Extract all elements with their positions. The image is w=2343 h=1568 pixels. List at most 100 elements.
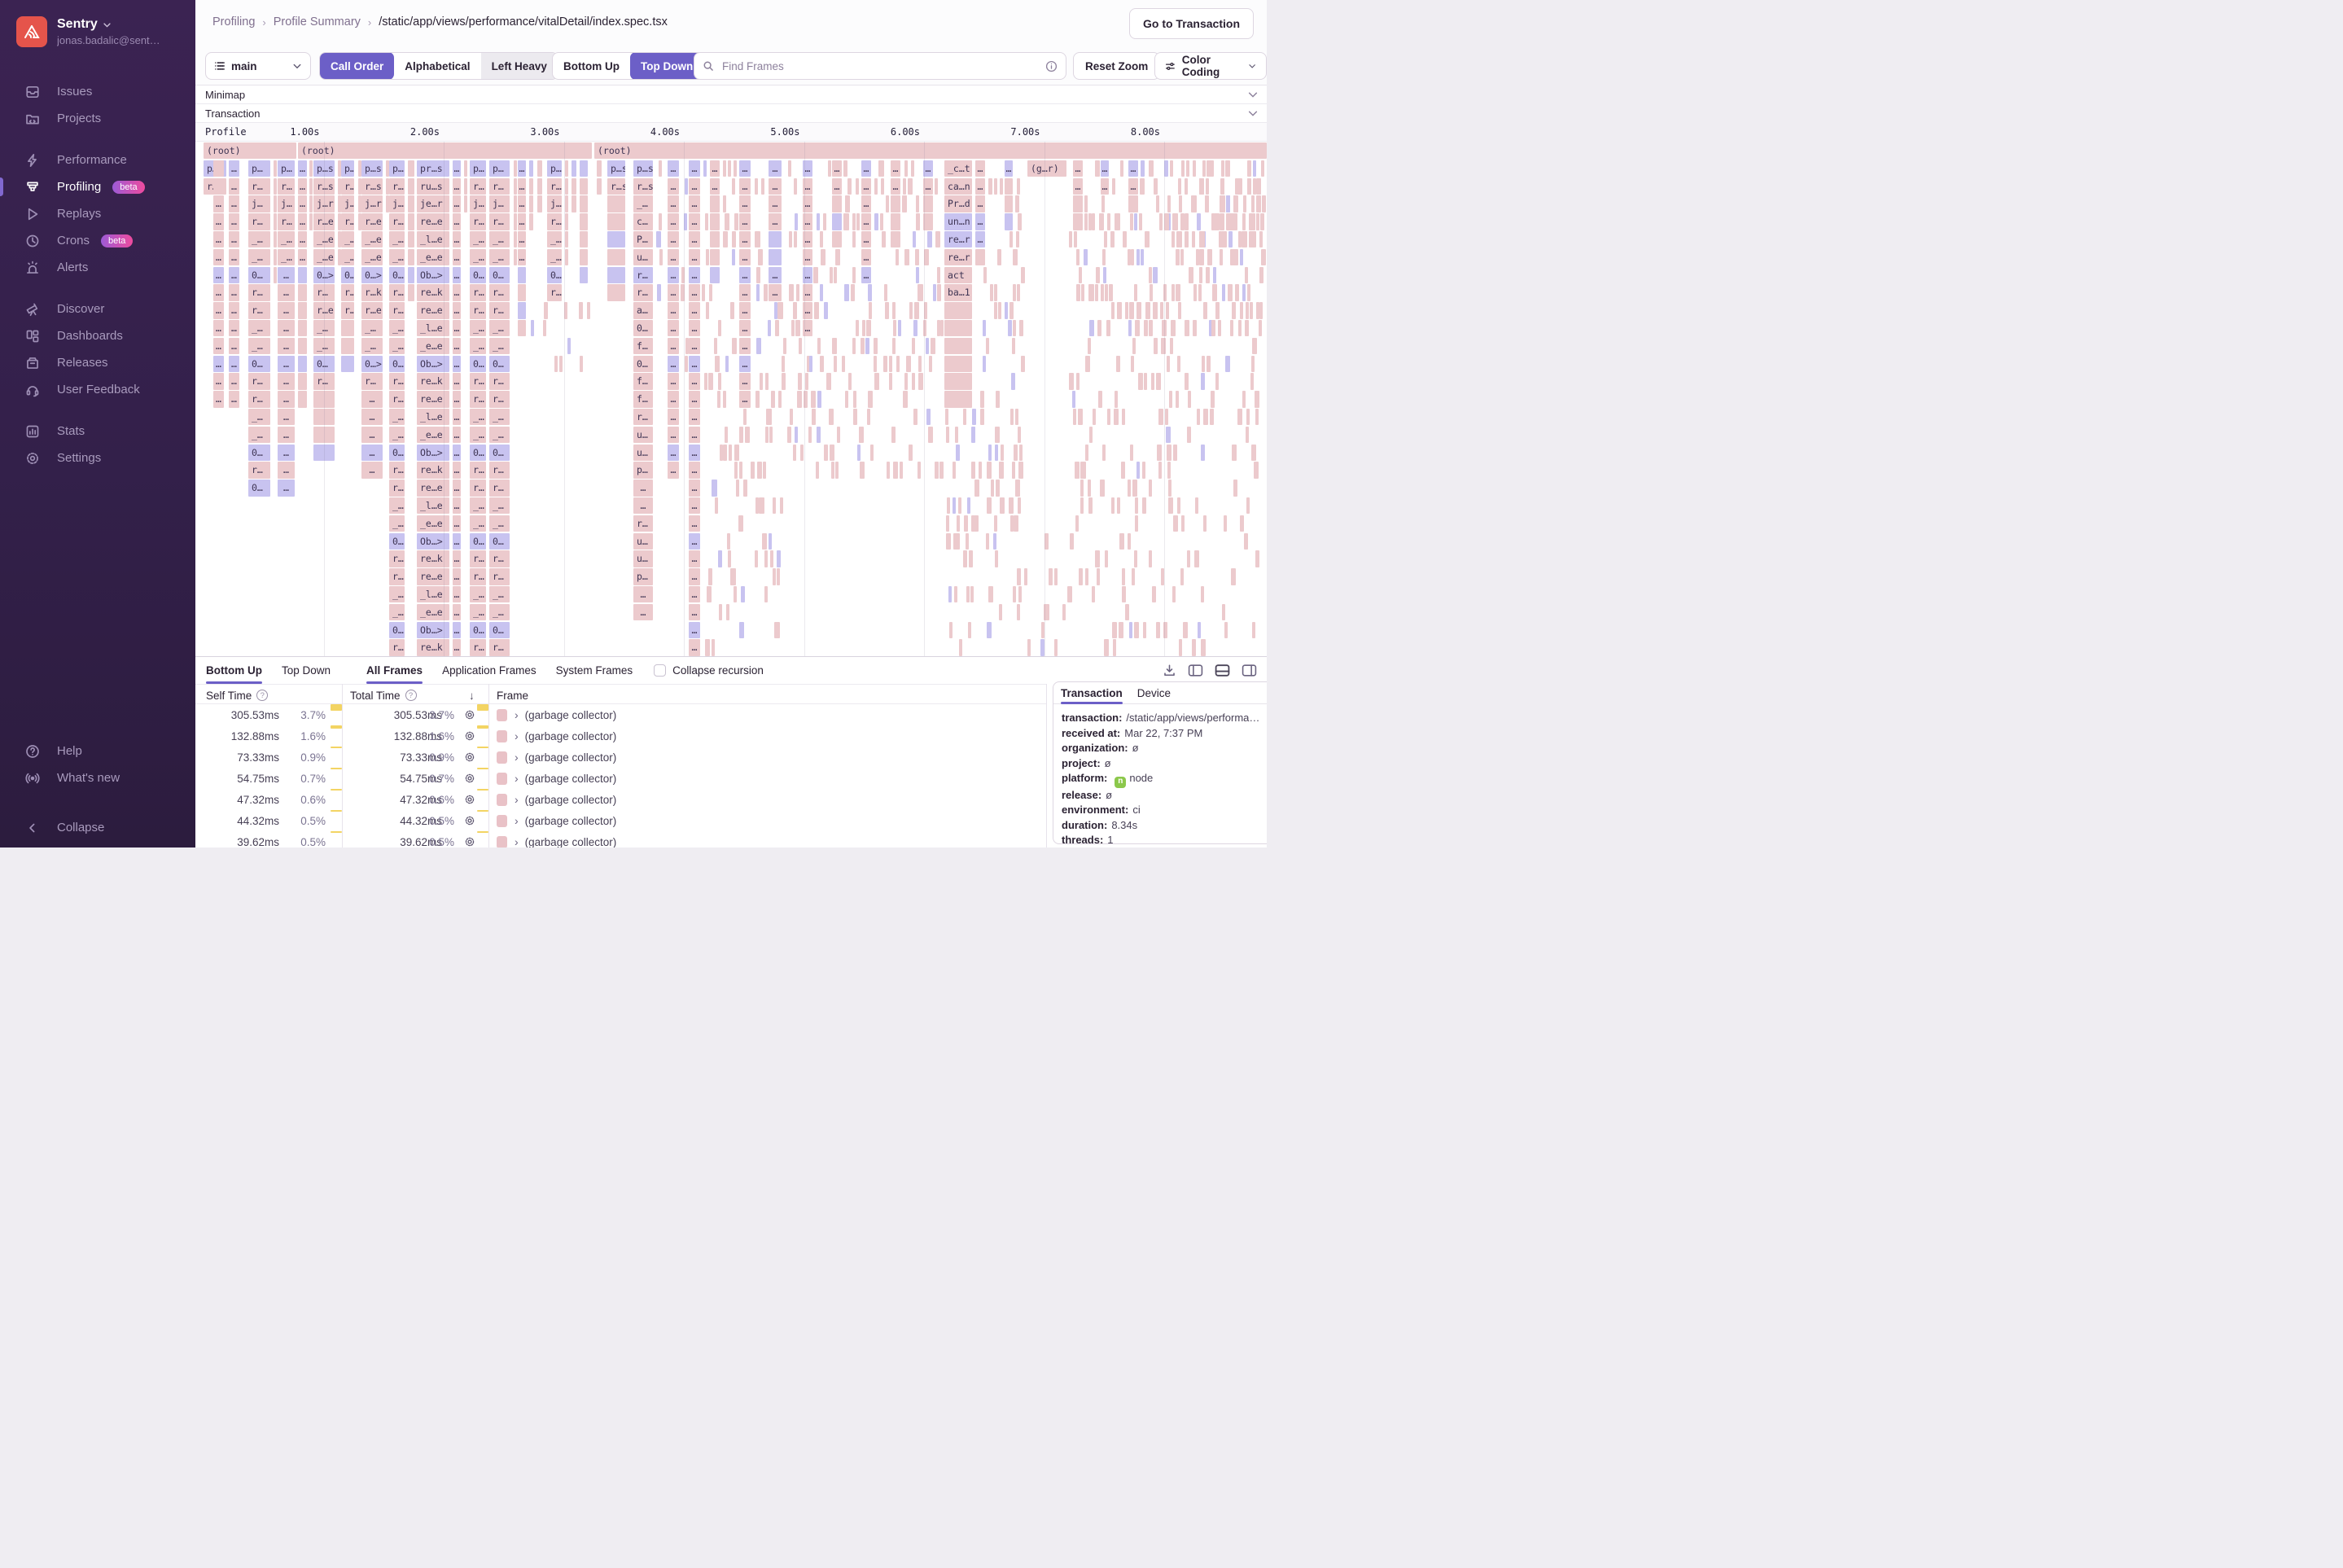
flame-block[interactable] [964, 515, 968, 532]
reset-zoom-button[interactable]: Reset Zoom [1073, 52, 1161, 80]
flame-block[interactable]: 0… [633, 320, 653, 337]
layout-right-icon[interactable] [1242, 664, 1257, 677]
flame-block[interactable]: r… [389, 639, 405, 656]
flame-block[interactable]: … [361, 391, 383, 408]
flame-block[interactable] [1260, 248, 1267, 266]
flame-block[interactable] [794, 426, 798, 444]
flame-block[interactable] [944, 337, 972, 355]
sidebar-item-whats-new[interactable]: What's new [0, 764, 195, 791]
flame-block[interactable] [1114, 409, 1119, 426]
flame-block[interactable] [1249, 302, 1253, 319]
flame-block[interactable] [1223, 231, 1227, 248]
flame-block[interactable] [865, 337, 869, 355]
flame-block[interactable] [1259, 213, 1263, 230]
flame-block[interactable] [852, 231, 856, 248]
flame-block[interactable] [1231, 568, 1237, 585]
flame-block[interactable]: … [229, 195, 239, 212]
flame-block[interactable] [843, 160, 847, 177]
sidebar-item-projects[interactable]: Projects [0, 105, 195, 132]
flame-block[interactable]: re…r [944, 231, 972, 248]
flame-block[interactable] [1184, 231, 1189, 248]
flame-block[interactable] [944, 302, 972, 319]
flame-block[interactable] [799, 444, 804, 461]
flame-block[interactable]: … [668, 462, 679, 479]
flame-block[interactable] [1243, 231, 1248, 248]
flame-block[interactable] [1150, 284, 1154, 301]
flame-block[interactable]: … [975, 231, 985, 248]
flame-block[interactable] [856, 320, 860, 337]
flame-block[interactable] [804, 373, 808, 390]
flame-block[interactable] [1142, 462, 1146, 479]
flame-block[interactable] [812, 409, 817, 426]
flame-block[interactable] [940, 320, 944, 337]
flame-block[interactable]: 0… [489, 355, 510, 372]
flame-block[interactable] [771, 391, 776, 408]
flame-block[interactable] [970, 586, 974, 603]
flame-block[interactable] [946, 532, 952, 550]
frame-table-row[interactable]: 54.75ms 0.7% 54.75ms 0.7% › (garbage collecto… [195, 768, 1046, 789]
flame-block[interactable]: r… [489, 462, 510, 479]
flame-block[interactable] [710, 213, 720, 230]
flame-block[interactable] [927, 231, 933, 248]
flame-block[interactable] [935, 231, 941, 248]
details-tab-transaction[interactable]: Transaction [1061, 682, 1123, 704]
flame-block[interactable]: … [278, 426, 295, 444]
flame-block[interactable]: … [633, 480, 653, 497]
flame-block[interactable] [274, 195, 277, 212]
flame-block[interactable] [1214, 213, 1219, 230]
flame-block[interactable]: … [213, 248, 224, 266]
flame-block[interactable] [754, 550, 758, 567]
flame-block[interactable] [1197, 621, 1201, 638]
flame-block[interactable]: r… [278, 213, 295, 230]
flame-block[interactable]: … [739, 213, 751, 230]
flame-block[interactable]: r…s [633, 177, 653, 195]
flame-block[interactable]: _… [633, 195, 653, 212]
flame-block[interactable] [755, 231, 760, 248]
flame-block[interactable] [1171, 231, 1176, 248]
flame-block[interactable] [845, 391, 849, 408]
flame-block[interactable] [710, 248, 720, 266]
flame-block[interactable] [1253, 160, 1257, 177]
flame-block[interactable] [915, 195, 919, 212]
flame-block[interactable] [724, 426, 728, 444]
flame-block[interactable] [867, 284, 873, 301]
flame-block[interactable] [1016, 284, 1020, 301]
flame-block[interactable] [341, 320, 354, 337]
flame-block[interactable] [925, 337, 929, 355]
flame-block[interactable] [1170, 160, 1174, 177]
flame-block[interactable] [1250, 195, 1255, 212]
flame-block[interactable]: r… [248, 391, 270, 408]
flame-block[interactable]: r… [389, 177, 405, 195]
frame-settings-icon[interactable] [464, 768, 477, 789]
flame-block[interactable]: … [229, 213, 239, 230]
flame-block[interactable] [274, 231, 277, 248]
flame-block[interactable]: _… [547, 248, 562, 266]
flame-block[interactable] [1143, 373, 1147, 390]
flame-block[interactable] [726, 532, 731, 550]
flame-block[interactable] [813, 302, 819, 319]
flame-block[interactable] [579, 355, 583, 372]
flame-block[interactable] [1012, 248, 1018, 266]
flame-block[interactable]: … [453, 266, 461, 283]
self-time-header[interactable]: Self Time [206, 690, 252, 702]
flame-block[interactable] [1191, 639, 1197, 656]
flame-block[interactable] [714, 497, 718, 515]
expand-chevron-icon[interactable]: › [515, 835, 519, 848]
flame-block[interactable]: r… [389, 213, 405, 230]
flame-block[interactable] [1221, 160, 1225, 177]
flame-block[interactable]: … [229, 391, 239, 408]
flame-block[interactable] [1091, 213, 1095, 230]
flame-block[interactable]: r… [389, 284, 405, 301]
flame-block[interactable] [970, 426, 975, 444]
flame-block[interactable] [1112, 177, 1116, 195]
flame-block[interactable]: … [739, 248, 751, 266]
flame-block[interactable] [847, 373, 852, 390]
flame-block[interactable]: … [518, 195, 526, 212]
flame-block[interactable]: … [769, 213, 782, 230]
flame-block[interactable] [1180, 568, 1185, 585]
flame-block[interactable] [567, 337, 571, 355]
flame-block[interactable] [772, 568, 776, 585]
flame-block[interactable] [760, 373, 764, 390]
flame-block[interactable] [1128, 621, 1132, 638]
flame-block[interactable] [1144, 231, 1150, 248]
